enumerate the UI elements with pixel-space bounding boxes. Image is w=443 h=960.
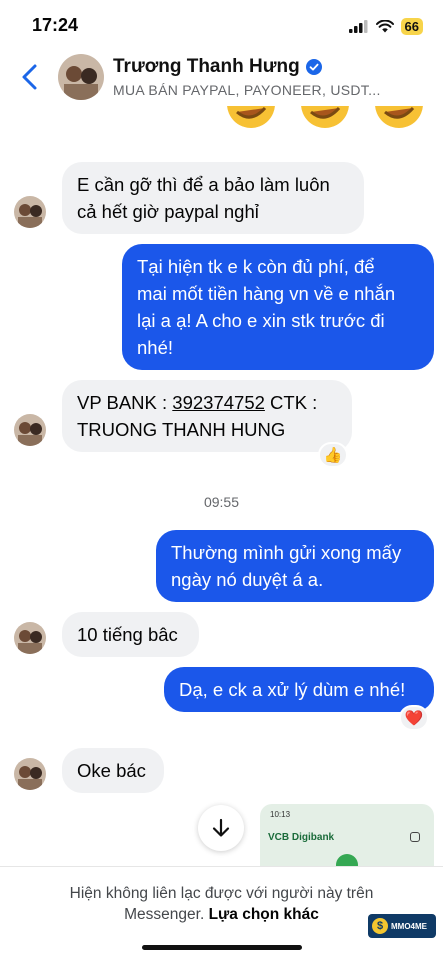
- message-line: Thường mình gửi xong mấy: [171, 542, 402, 563]
- other-options-link[interactable]: Lựa chọn khác: [209, 906, 319, 923]
- message-timestamp: 09:55: [203, 494, 240, 510]
- heart-icon: ❤️: [404, 710, 424, 727]
- rofl-emoji-icon: [299, 106, 351, 130]
- contact-subtitle: MUA BÁN PAYPAL, PAYONEER, USDT...: [113, 82, 381, 98]
- avatar-photo-icon: [14, 758, 46, 790]
- chevron-left-icon: [22, 64, 37, 90]
- avatar-photo-icon: [14, 414, 46, 446]
- message-line: mai mốt tiền hàng vn về e nhắn: [137, 283, 396, 304]
- back-button[interactable]: [16, 62, 46, 92]
- watermark-logo: $ MMO4ME: [368, 914, 436, 938]
- account-holder-label: CTK :: [264, 392, 318, 413]
- status-bar: 17:24 66: [0, 0, 443, 52]
- message-bubble-outgoing[interactable]: Tại hiện tk e k còn đủ phí, để mai mốt t…: [122, 244, 434, 370]
- message-line: nhé!: [137, 337, 174, 358]
- status-time: 17:24: [32, 15, 79, 35]
- message-bubble-incoming[interactable]: Oke bác: [62, 748, 164, 793]
- contact-name-row[interactable]: Trương Thanh Hưng: [113, 56, 322, 78]
- footer-notice: Hiện không liên lạc được với người này t…: [0, 866, 443, 960]
- scroll-down-button[interactable]: [198, 805, 244, 851]
- signal-icon: [348, 20, 368, 33]
- thumbs-up-reaction[interactable]: 👍: [318, 442, 348, 468]
- avatar[interactable]: [14, 758, 46, 790]
- attachment-time: 10:13: [270, 810, 291, 819]
- message-line: Oke bác: [77, 760, 146, 781]
- status-icons: 66: [348, 18, 423, 35]
- battery-indicator: 66: [400, 18, 423, 35]
- attachment-brand: VCB Digibank: [268, 832, 335, 843]
- message-bubble-outgoing[interactable]: Dạ, e ck a xử lý dùm e nhé!: [164, 667, 434, 712]
- bank-name-text: VP BANK :: [77, 392, 173, 413]
- message-line: VP BANK : 392374752 CTK :: [77, 389, 337, 416]
- verified-badge-icon: [305, 59, 322, 75]
- emoji-row: [225, 106, 425, 130]
- message-bubble-incoming[interactable]: 10 tiếng bâc: [62, 612, 199, 657]
- heart-reaction[interactable]: ❤️: [399, 705, 429, 731]
- rofl-emoji-icon: [373, 106, 425, 130]
- message-bubble-incoming[interactable]: E cần gỡ thì để a bảo làm luôn cả hết gi…: [62, 162, 364, 234]
- contact-avatar[interactable]: [58, 54, 104, 100]
- message-bubble-outgoing[interactable]: Thường mình gửi xong mấy ngày nó duyệt á…: [156, 530, 434, 602]
- avatar[interactable]: [14, 622, 46, 654]
- footer-line-2-text: Messenger.: [124, 906, 205, 923]
- message-line: TRUONG THANH HUNG: [77, 419, 286, 440]
- dollar-coin-icon: $: [372, 918, 388, 934]
- contact-name: Trương Thanh Hưng: [113, 56, 300, 77]
- arrow-down-icon: [212, 818, 230, 837]
- footer-line-1: Hiện không liên lạc được với người này t…: [69, 885, 374, 902]
- check-circle-icon: [336, 854, 358, 866]
- account-number-link[interactable]: 392374752: [172, 392, 265, 413]
- message-line: E cần gỡ thì để a bảo làm luôn: [77, 174, 330, 195]
- avatar-photo-icon: [14, 196, 46, 228]
- avatar[interactable]: [14, 196, 46, 228]
- image-attachment[interactable]: 10:13 VCB Digibank: [260, 804, 434, 866]
- avatar[interactable]: [14, 414, 46, 446]
- message-line: Dạ, e ck a xử lý dùm e nhé!: [179, 679, 406, 700]
- bell-icon: [410, 832, 420, 842]
- message-bubble-incoming[interactable]: VP BANK : 392374752 CTK : TRUONG THANH H…: [62, 380, 352, 452]
- message-line: 10 tiếng bâc: [77, 624, 178, 645]
- rofl-emoji-icon: [225, 106, 277, 130]
- avatar-photo-icon: [14, 622, 46, 654]
- message-line: ngày nó duyệt á a.: [171, 569, 324, 590]
- wifi-icon: [375, 20, 394, 33]
- message-line: cả hết giờ paypal nghỉ: [77, 201, 259, 222]
- home-indicator: [142, 945, 302, 950]
- avatar-photo-icon: [58, 54, 104, 100]
- thumbs-up-icon: 👍: [323, 447, 343, 464]
- message-line: lại a ạ! A cho e xin stk trước đi: [137, 310, 385, 331]
- chat-header: Trương Thanh Hưng MUA BÁN PAYPAL, PAYONE…: [0, 50, 443, 106]
- watermark-text: MMO4ME: [391, 921, 427, 931]
- message-line: Tại hiện tk e k còn đủ phí, để: [137, 256, 375, 277]
